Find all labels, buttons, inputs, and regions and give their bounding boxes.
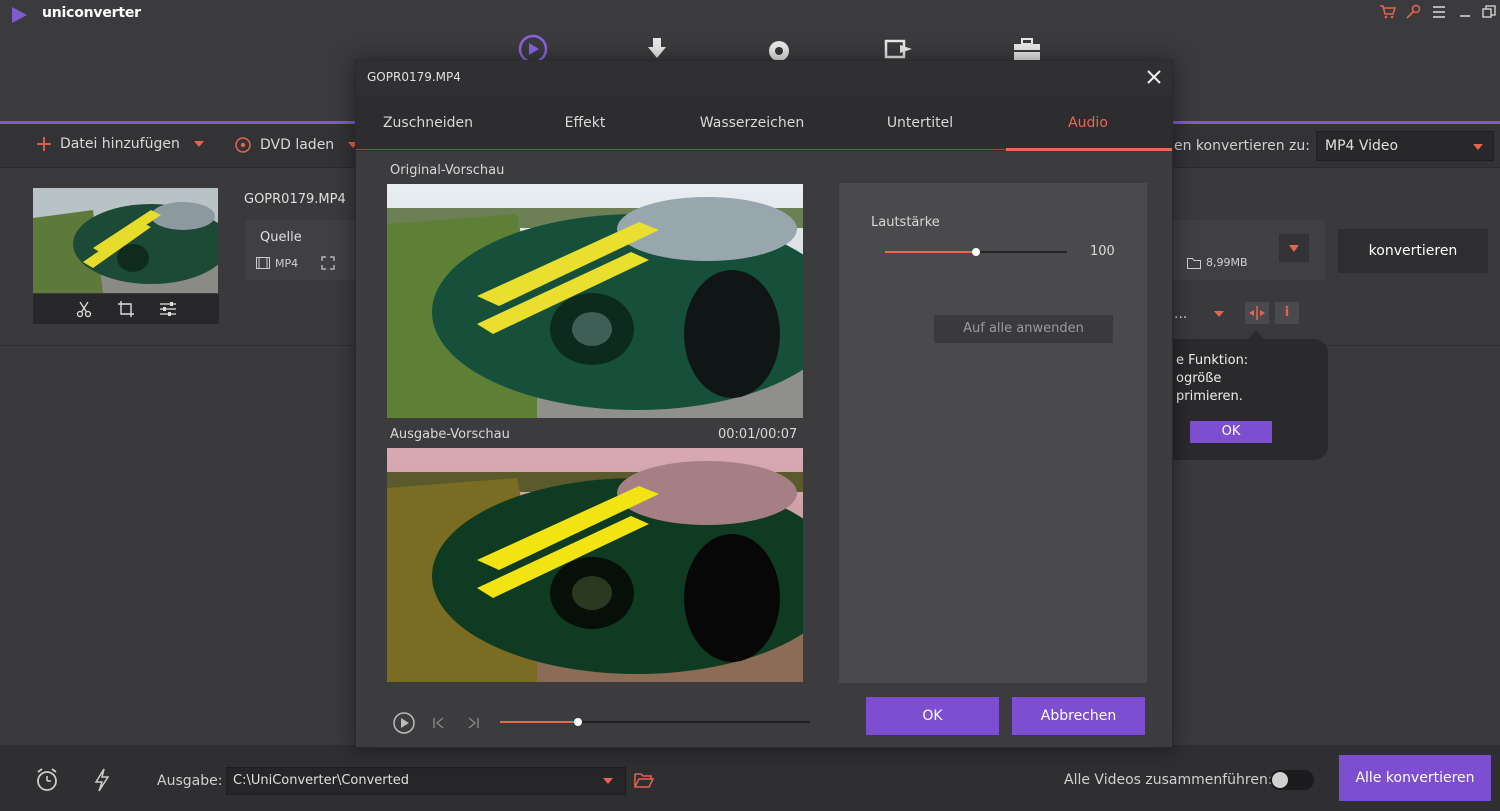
ok-button[interactable]: OK xyxy=(866,697,999,735)
toggle-knob xyxy=(1272,772,1288,788)
output-path-select[interactable]: C:\UniConverter\Converted xyxy=(226,767,626,795)
audio-settings-panel: Lautstärke 100 Auf alle anwenden xyxy=(839,183,1147,683)
chevron-down-icon xyxy=(603,778,613,784)
seek-bar[interactable] xyxy=(500,718,810,726)
active-tab-indicator xyxy=(1006,148,1172,151)
original-preview-label: Original-Vorschau xyxy=(390,163,505,178)
restore-icon[interactable] xyxy=(1480,3,1498,21)
output-preview xyxy=(387,448,803,682)
output-path-value: C:\UniConverter\Converted xyxy=(233,773,409,788)
menu-icon[interactable] xyxy=(1430,3,1448,21)
video-thumbnail[interactable] xyxy=(33,188,218,293)
tab-untertitel[interactable]: Untertitel xyxy=(848,115,992,131)
convert-all-to-label: en konvertieren zu: xyxy=(1174,138,1310,154)
folder-icon xyxy=(1187,257,1201,269)
fullscreen-icon[interactable] xyxy=(321,256,335,270)
output-preview-label: Ausgabe-Vorschau xyxy=(390,427,510,442)
next-frame-icon[interactable] xyxy=(466,716,480,730)
cart-icon[interactable] xyxy=(1378,3,1397,21)
seek-handle[interactable] xyxy=(573,718,582,726)
target-settings-dropdown[interactable] xyxy=(1279,234,1309,262)
tab-zuschneiden[interactable]: Zuschneiden xyxy=(356,115,500,131)
source-label: Quelle xyxy=(260,230,302,245)
volume-value: 100 xyxy=(1090,244,1115,259)
edit-dialog: GOPR0179.MP4 Zuschneiden Effekt Wasserze… xyxy=(355,60,1173,748)
info-icon[interactable]: i xyxy=(1275,302,1299,324)
film-icon xyxy=(256,257,270,269)
merge-all-toggle[interactable] xyxy=(1270,770,1314,790)
add-file-label: Datei hinzufügen xyxy=(60,136,180,152)
open-folder-icon[interactable] xyxy=(634,771,654,789)
dialog-header: GOPR0179.MP4 xyxy=(356,61,1172,95)
load-dvd-button[interactable]: DVD laden xyxy=(234,136,359,154)
tooltip-line-3: primieren. xyxy=(1176,389,1243,404)
tab-wasserzeichen[interactable]: Wasserzeichen xyxy=(674,115,830,131)
chevron-down-icon[interactable] xyxy=(1214,311,1224,317)
convert-button[interactable]: konvertieren xyxy=(1338,229,1488,273)
app-logo-icon xyxy=(12,7,27,23)
playback-controls xyxy=(392,711,812,737)
target-size: 8,99MB xyxy=(1187,256,1248,269)
alarm-clock-icon[interactable] xyxy=(34,767,60,793)
target-info: 8,99MB xyxy=(1173,220,1325,280)
add-file-button[interactable]: Datei hinzufügen xyxy=(36,136,204,152)
volume-label: Lautstärke xyxy=(871,215,940,230)
seek-bar-progress xyxy=(500,721,578,723)
apply-to-all-button[interactable]: Auf alle anwenden xyxy=(934,315,1113,343)
tooltip-line-2: ogröße xyxy=(1176,371,1222,386)
tab-audio[interactable]: Audio xyxy=(1016,115,1160,131)
add-file-dropdown-icon[interactable] xyxy=(193,141,204,147)
chevron-down-icon xyxy=(1473,144,1483,150)
timecode: 00:01/00:07 xyxy=(718,427,798,442)
source-format: MP4 xyxy=(256,256,335,270)
merge-icon[interactable] xyxy=(1245,302,1269,324)
output-format-select[interactable]: MP4 Video xyxy=(1316,131,1494,161)
thumbnail-tools xyxy=(33,294,219,324)
minimize-icon[interactable] xyxy=(1456,3,1474,21)
effects-sliders-icon[interactable] xyxy=(159,300,177,318)
tab-effekt[interactable]: Effekt xyxy=(514,115,656,131)
volume-slider[interactable] xyxy=(885,248,1067,256)
convert-all-button[interactable]: Alle konvertieren xyxy=(1339,755,1491,801)
dialog-title: GOPR0179.MP4 xyxy=(367,70,461,84)
plus-icon xyxy=(37,137,51,151)
source-format-value: MP4 xyxy=(275,256,299,270)
disc-icon xyxy=(235,137,251,153)
tooltip-ok-button[interactable]: OK xyxy=(1190,421,1272,443)
volume-slider-fill xyxy=(885,251,976,253)
key-icon[interactable] xyxy=(1404,3,1422,21)
output-label: Ausgabe: xyxy=(157,773,223,789)
original-preview xyxy=(387,184,803,418)
cancel-button[interactable]: Abbrechen xyxy=(1012,697,1145,735)
previous-frame-icon[interactable] xyxy=(432,716,446,730)
merge-all-label: Alle Videos zusammenführen: xyxy=(1064,772,1273,788)
crop-icon[interactable] xyxy=(117,300,135,318)
play-icon[interactable] xyxy=(392,711,416,735)
load-dvd-label: DVD laden xyxy=(260,137,335,153)
volume-slider-handle[interactable] xyxy=(972,248,980,256)
lightning-icon[interactable] xyxy=(92,767,112,793)
source-info: Quelle MP4 xyxy=(246,220,356,280)
tooltip-line-1: e Funktion: xyxy=(1176,353,1249,368)
app-name: uniconverter xyxy=(42,5,141,21)
dialog-tabs: Zuschneiden Effekt Wasserzeichen Unterti… xyxy=(356,95,1172,151)
bottom-bar: Ausgabe: C:\UniConverter\Converted Alle … xyxy=(0,745,1500,811)
close-icon[interactable] xyxy=(1142,65,1166,89)
row-option-select[interactable]: ... xyxy=(1174,306,1187,322)
target-size-value: 8,99MB xyxy=(1206,256,1248,269)
file-name: GOPR0179.MP4 xyxy=(244,192,346,207)
output-format-value: MP4 Video xyxy=(1325,138,1399,154)
scissors-icon[interactable] xyxy=(75,300,93,318)
